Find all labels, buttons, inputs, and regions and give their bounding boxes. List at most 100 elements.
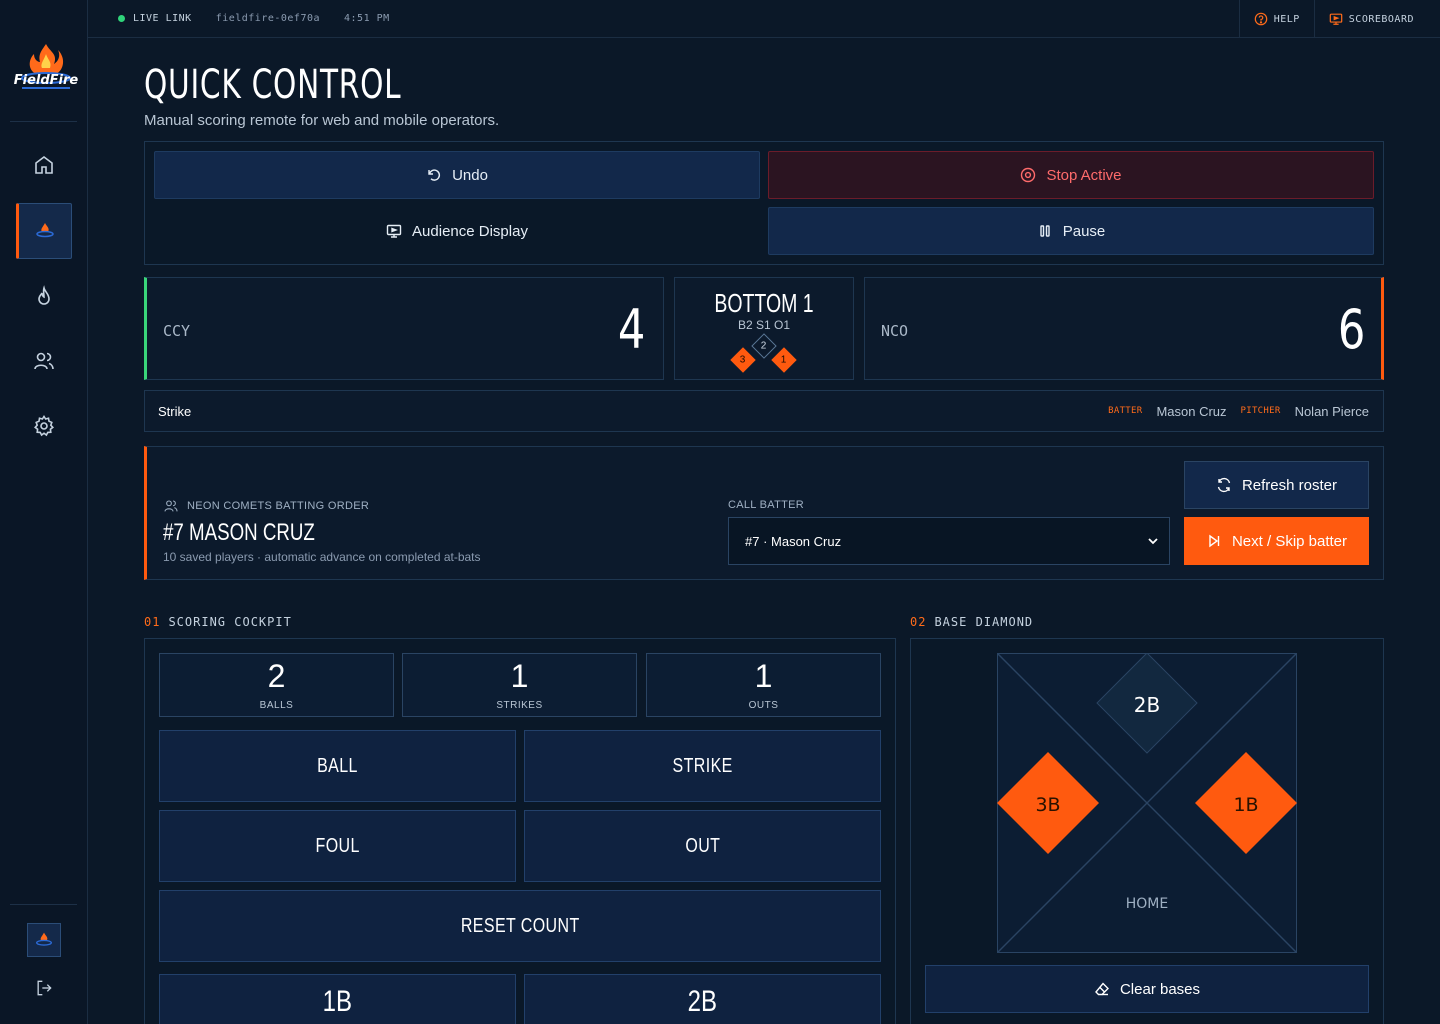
out-button[interactable]: OUT	[524, 810, 881, 882]
ball-button[interactable]: BALL	[159, 730, 516, 802]
users-icon	[164, 500, 178, 512]
live-link-label: LIVE LINK	[133, 13, 192, 24]
topbar: LIVE LINK fieldfire-0ef70a 4:51 PM HELP …	[88, 0, 1440, 38]
fieldfire-mark-icon	[36, 223, 54, 238]
current-batter: #7 MASON CRUZ	[163, 519, 315, 546]
pause-icon	[1040, 225, 1050, 237]
away-team-code: CCY	[163, 322, 191, 340]
scoreboard-button[interactable]: SCOREBOARD	[1313, 0, 1440, 38]
users-icon	[34, 352, 54, 370]
undo-button[interactable]: Undo	[154, 151, 760, 199]
double-button[interactable]: 2B	[524, 974, 881, 1024]
first-base-label: 1B	[1233, 794, 1258, 816]
section-title: BASE DIAMOND	[934, 615, 1034, 629]
session-id: fieldfire-0ef70a	[215, 13, 321, 24]
sidebar-divider	[10, 904, 77, 905]
base-diamond-heading: 02 BASE DIAMOND	[910, 615, 1033, 629]
next-batter-button[interactable]: Next / Skip batter	[1184, 517, 1369, 565]
logout-icon	[37, 980, 52, 996]
undo-icon	[428, 169, 441, 181]
away-team-score: CCY 4	[144, 277, 664, 380]
logout-button[interactable]	[16, 960, 72, 1016]
base-diamond-panel: 2B 3B 1B HOME Clear bases	[910, 638, 1384, 1024]
fieldfire-logo[interactable]: FieldFire	[14, 40, 78, 98]
help-label: HELP	[1273, 13, 1300, 25]
monitor-icon	[386, 224, 402, 238]
mini-second-base-label: 2	[761, 340, 767, 352]
roster-note: 10 saved players · automatic advance on …	[163, 550, 481, 564]
sidebar-divider	[10, 121, 77, 122]
team-badge[interactable]	[27, 923, 61, 957]
audience-display-button[interactable]: Audience Display	[154, 207, 760, 255]
undo-label: Undo	[452, 166, 488, 184]
last-event: Strike	[158, 403, 192, 419]
pitcher-name: Nolan Pierce	[1294, 403, 1369, 419]
count-summary: B2 S1 O1	[737, 318, 791, 332]
sidebar: FieldFire	[0, 0, 88, 1024]
refresh-icon	[1217, 477, 1231, 493]
away-team-score-value: 4	[617, 298, 645, 361]
fieldfire-mark-icon	[35, 932, 53, 946]
flame-icon	[38, 285, 50, 305]
foul-button-label: FOUL	[315, 834, 360, 857]
call-batter-select[interactable]: #7 · Mason Cruz	[728, 517, 1170, 565]
scoring-cockpit-heading: 01 SCORING COCKPIT	[144, 615, 292, 629]
outs-stat: 1 OUTS	[646, 653, 881, 717]
pause-label: Pause	[1062, 222, 1106, 240]
stop-active-button[interactable]: Stop Active	[768, 151, 1374, 199]
next-batter-label: Next / Skip batter	[1231, 532, 1348, 550]
nav-quick-control[interactable]	[16, 203, 72, 259]
logo-wordmark: FieldFire	[14, 73, 78, 88]
control-panel: Undo Stop Active Audience Display Pause	[144, 141, 1384, 265]
strike-button-label: STRIKE	[672, 754, 733, 777]
third-base-label: 3B	[1035, 794, 1060, 816]
out-button-label: OUT	[685, 834, 720, 857]
skip-forward-icon	[1209, 534, 1220, 548]
reset-count-button[interactable]: RESET COUNT	[159, 890, 881, 962]
batting-order-panel: NEON COMETS BATTING ORDER #7 MASON CRUZ …	[144, 446, 1384, 580]
help-button[interactable]: HELP	[1238, 0, 1314, 38]
pause-button[interactable]: Pause	[768, 207, 1374, 255]
eraser-icon	[1095, 982, 1109, 996]
home-icon	[35, 156, 53, 174]
batting-order-label: NEON COMETS BATTING ORDER	[163, 498, 369, 514]
refresh-roster-label: Refresh roster	[1241, 476, 1338, 494]
nav-home[interactable]	[16, 137, 72, 193]
page-title: QUICK CONTROL	[144, 62, 402, 108]
clear-bases-button[interactable]: Clear bases	[925, 965, 1369, 1013]
reset-count-label: RESET COUNT	[460, 914, 580, 937]
balls-stat: 2 BALLS	[159, 653, 394, 717]
mini-first-base-label: 1	[781, 354, 787, 366]
strike-button[interactable]: STRIKE	[524, 730, 881, 802]
home-plate-label: HOME	[1126, 896, 1168, 912]
page-subtitle: Manual scoring remote for web and mobile…	[144, 112, 500, 129]
base-diamond: 2B 3B 1B HOME	[997, 653, 1297, 953]
stop-active-label: Stop Active	[1046, 166, 1122, 184]
batter-tag: BATTER	[1108, 406, 1143, 416]
single-button[interactable]: 1B	[159, 974, 516, 1024]
section-number: 02	[910, 615, 927, 629]
clock: 4:51 PM	[344, 13, 390, 24]
status-strip: Strike BATTER Mason Cruz PITCHER Nolan P…	[144, 390, 1384, 432]
batter-name: Mason Cruz	[1156, 403, 1227, 419]
second-base-label: 2B	[1134, 693, 1160, 717]
monitor-icon	[1329, 13, 1343, 25]
refresh-roster-button[interactable]: Refresh roster	[1184, 461, 1369, 509]
scoring-cockpit: 2 BALLS 1 STRIKES 1 OUTS BALL STRIKE FOU…	[144, 638, 896, 1024]
scoreboard-label: SCOREBOARD	[1348, 13, 1414, 25]
nav-teams[interactable]	[16, 333, 72, 389]
inning-label: BOTTOM 1	[714, 288, 814, 318]
nav-settings[interactable]	[16, 398, 72, 454]
audience-display-label: Audience Display	[412, 222, 528, 240]
nav-live[interactable]	[16, 269, 72, 325]
foul-button[interactable]: FOUL	[159, 810, 516, 882]
home-team-score: NCO 6	[864, 277, 1384, 380]
inning-panel: BOTTOM 1 B2 S1 O1 2 3 1	[674, 277, 854, 380]
outs-label: OUTS	[748, 700, 779, 711]
mini-third-base: 3	[730, 347, 756, 373]
clear-bases-label: Clear bases	[1119, 980, 1201, 998]
call-batter-value: #7 · Mason Cruz	[745, 533, 842, 549]
balls-value: 2	[267, 658, 286, 694]
help-icon	[1254, 12, 1267, 26]
matchup: BATTER Mason Cruz PITCHER Nolan Pierce	[1108, 404, 1369, 419]
